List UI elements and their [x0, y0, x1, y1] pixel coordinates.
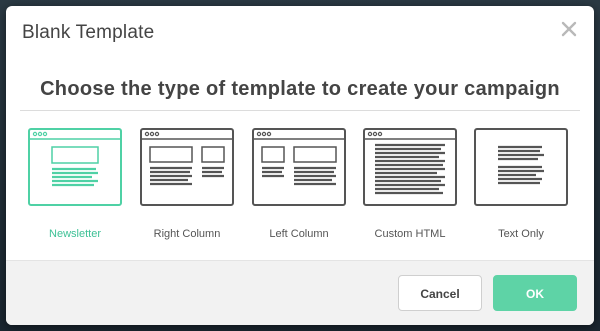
dialog-title: Blank Template: [22, 22, 155, 43]
left-column-layout-icon: [254, 131, 344, 186]
blank-template-dialog: Blank Template Choose the type of templa…: [6, 6, 594, 325]
template-option-text-only[interactable]: Text Only: [474, 128, 586, 240]
template-option-left-column[interactable]: Left Column: [252, 128, 364, 240]
close-icon[interactable]: [558, 18, 580, 40]
newsletter-thumbnail: [28, 128, 122, 206]
template-type-prompt: Choose the type of template to create yo…: [40, 78, 560, 100]
text-only-thumbnail: [474, 128, 568, 206]
left-column-thumbnail: [252, 128, 346, 206]
template-label-right-column: Right Column: [153, 228, 221, 240]
dialog-header: Blank Template: [6, 6, 594, 58]
template-label-left-column: Left Column: [269, 228, 329, 240]
newsletter-layout-icon: [30, 131, 120, 187]
template-label-newsletter: Newsletter: [49, 228, 101, 240]
right-column-thumbnail: [140, 128, 234, 206]
custom-html-thumbnail: [363, 128, 457, 206]
custom-html-layout-icon: [365, 131, 455, 195]
template-options: Newsletter Right Column Left Column Cust…: [6, 128, 594, 258]
text-only-layout-icon: [498, 145, 544, 185]
right-column-layout-icon: [142, 131, 232, 186]
template-label-text-only: Text Only: [498, 228, 544, 240]
dialog-footer: Cancel OK: [6, 260, 594, 325]
template-option-custom-html[interactable]: Custom HTML: [363, 128, 475, 240]
ok-button[interactable]: OK: [493, 275, 577, 311]
template-option-newsletter[interactable]: Newsletter: [28, 128, 140, 240]
header-divider: [20, 110, 580, 111]
cancel-button[interactable]: Cancel: [398, 275, 482, 311]
template-label-custom-html: Custom HTML: [374, 228, 446, 240]
template-option-right-column[interactable]: Right Column: [140, 128, 252, 240]
